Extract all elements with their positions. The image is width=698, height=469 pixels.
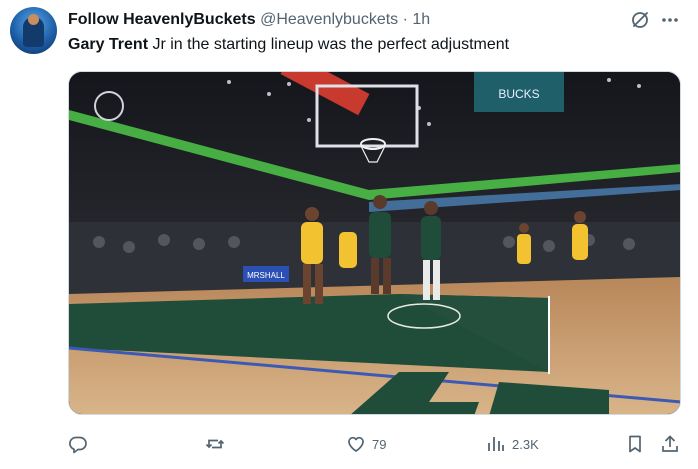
action-bar: 79 2.3K [0, 430, 698, 458]
views-count: 2.3K [512, 436, 539, 452]
reply-icon [69, 436, 87, 454]
more-icon[interactable] [660, 10, 680, 30]
grok-icon[interactable] [630, 10, 650, 30]
views-icon [488, 437, 504, 451]
author-name[interactable]: Follow HeavenlyBuckets [68, 11, 256, 28]
heart-icon [348, 436, 364, 452]
tweet-text-rest: Jr in the starting lineup was the perfec… [148, 36, 510, 53]
tweet-text: Gary Trent Jr in the starting lineup was… [68, 34, 509, 56]
share-icon [662, 435, 678, 452]
tweet-time[interactable]: 1h [412, 11, 430, 28]
avatar[interactable] [10, 7, 57, 54]
retweet-button[interactable] [205, 430, 231, 458]
tweet-video[interactable]: BUCKS MRSHALL [68, 71, 681, 415]
tweet-header: Follow HeavenlyBuckets @Heavenlybuckets … [68, 9, 638, 31]
reply-button[interactable] [68, 430, 94, 458]
baseline-sign-text: MRSHALL [247, 271, 285, 280]
basketball-scene: BUCKS MRSHALL [69, 72, 680, 414]
author-handle[interactable]: @Heavenlybuckets [260, 11, 398, 28]
tweet-text-bold: Gary Trent [68, 36, 149, 53]
separator-dot: · [402, 11, 408, 28]
bookmark-button[interactable] [625, 430, 645, 458]
like-count: 79 [372, 436, 387, 452]
retweet-icon [205, 439, 225, 449]
share-button[interactable] [660, 430, 680, 458]
bookmark-icon [629, 435, 641, 453]
scoreboard-text: BUCKS [498, 87, 539, 101]
avatar-head [28, 14, 39, 25]
views-button[interactable]: 2.3K [486, 430, 539, 458]
like-button[interactable]: 79 [346, 430, 386, 458]
